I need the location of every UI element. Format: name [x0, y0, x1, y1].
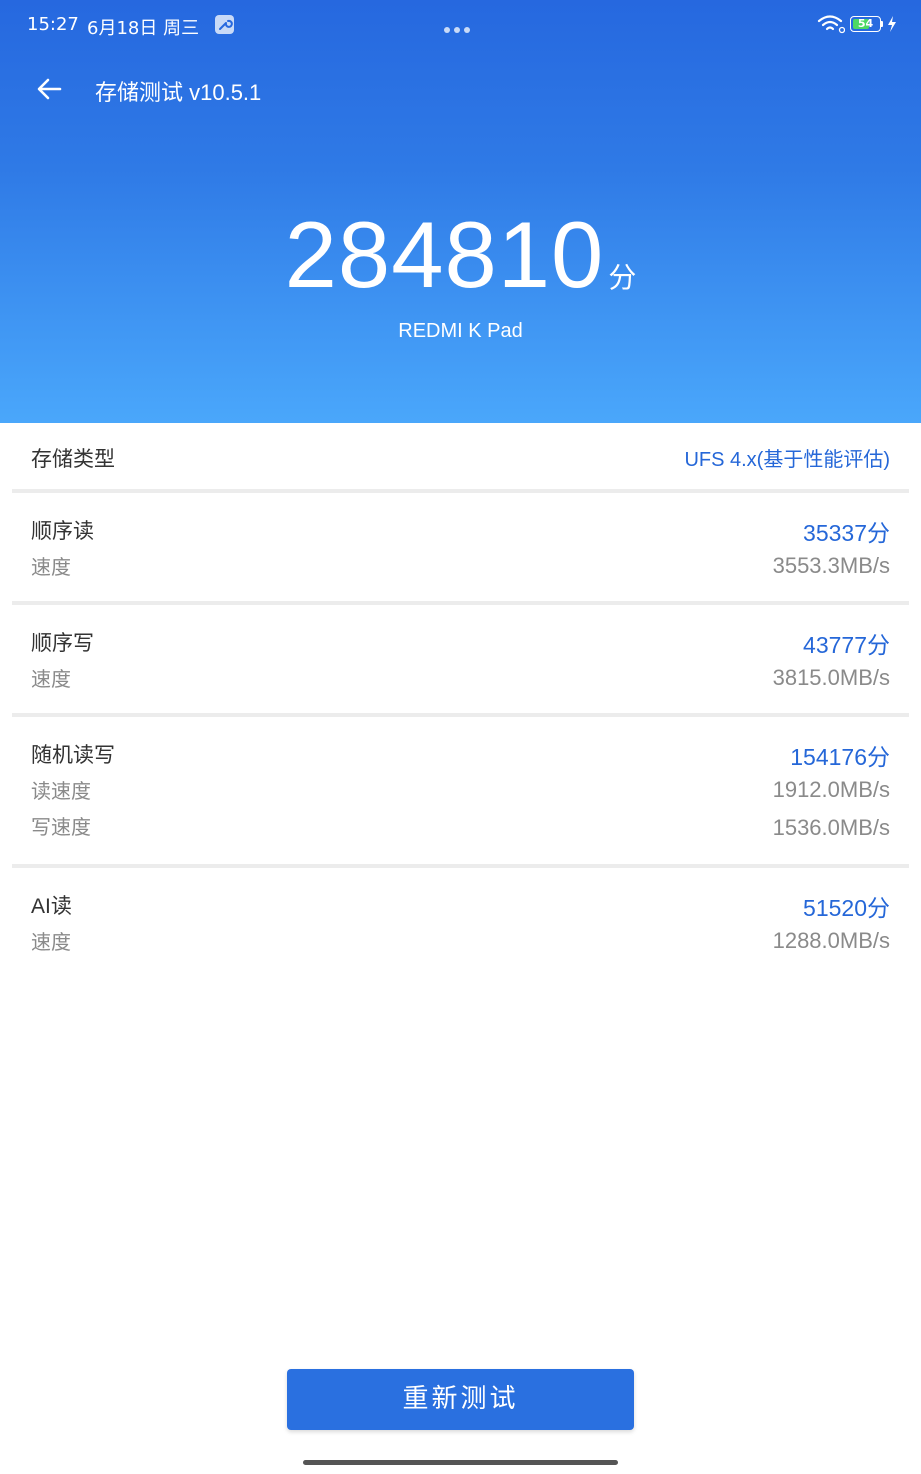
- sequential-read-label: 顺序读: [31, 520, 94, 543]
- storage-type-row: 存储类型 UFS 4.x(基于性能评估): [0, 423, 921, 489]
- ai-read-speed-label: 速度: [31, 932, 71, 954]
- random-rw-row: 随机读写 读速度 写速度 154176分 1912.0MB/s 1536.0MB…: [0, 717, 921, 863]
- sequential-read-row: 顺序读 速度 35337分 3553.3MB/s: [0, 493, 921, 601]
- results-list: 存储类型 UFS 4.x(基于性能评估) 顺序读 速度 35337分 3553.…: [0, 423, 921, 954]
- sequential-write-speed: 3815.0MB/s: [772, 665, 890, 690]
- random-write-speed-label: 写速度: [31, 817, 91, 839]
- home-indicator[interactable]: [303, 1460, 618, 1465]
- ai-read-score: 51520分: [803, 895, 890, 921]
- ai-read-speed: 1288.0MB/s: [772, 928, 890, 953]
- random-rw-score: 154176分: [790, 744, 890, 770]
- status-time: 15:27: [27, 14, 79, 35]
- sequential-write-speed-label: 速度: [31, 669, 71, 691]
- status-date: 6月18日 周三: [87, 18, 200, 39]
- more-dots-icon[interactable]: [444, 18, 478, 33]
- wrench-icon: [215, 15, 234, 34]
- charging-icon: [886, 15, 898, 33]
- ai-read-label: AI读: [31, 895, 72, 918]
- arrow-left-icon: [37, 78, 62, 100]
- total-score: 284810: [284, 202, 605, 307]
- storage-type-value: UFS 4.x(基于性能评估): [684, 449, 890, 471]
- sequential-write-label: 顺序写: [31, 632, 94, 655]
- ai-read-row: AI读 速度 51520分 1288.0MB/s: [0, 868, 921, 976]
- device-name: REDMI K Pad: [398, 320, 523, 342]
- storage-type-label: 存储类型: [31, 448, 115, 471]
- battery-icon: 54: [850, 16, 884, 32]
- sequential-write-score: 43777分: [803, 632, 890, 658]
- random-write-speed: 1536.0MB/s: [772, 815, 890, 840]
- random-rw-label: 随机读写: [31, 744, 115, 767]
- page: 15:27 6月18日 周三 54 存储测试 v10.5.1 284810 分 …: [0, 0, 921, 1474]
- retest-button[interactable]: 重新测试: [287, 1369, 634, 1430]
- score-unit: 分: [608, 261, 637, 294]
- back-button[interactable]: [30, 70, 70, 110]
- sequential-write-row: 顺序写 速度 43777分 3815.0MB/s: [0, 605, 921, 713]
- status-bar: 15:27 6月18日 周三 54: [0, 0, 921, 50]
- random-read-speed-label: 读速度: [31, 781, 91, 803]
- sequential-read-speed-label: 速度: [31, 557, 71, 579]
- page-title: 存储测试 v10.5.1: [95, 80, 262, 105]
- score-block: 284810 分: [0, 200, 921, 310]
- wifi-icon: [817, 14, 846, 34]
- sequential-read-score: 35337分: [803, 520, 890, 546]
- sequential-read-speed: 3553.3MB/s: [772, 553, 890, 578]
- battery-level: 54: [857, 17, 874, 30]
- random-read-speed: 1912.0MB/s: [772, 777, 890, 802]
